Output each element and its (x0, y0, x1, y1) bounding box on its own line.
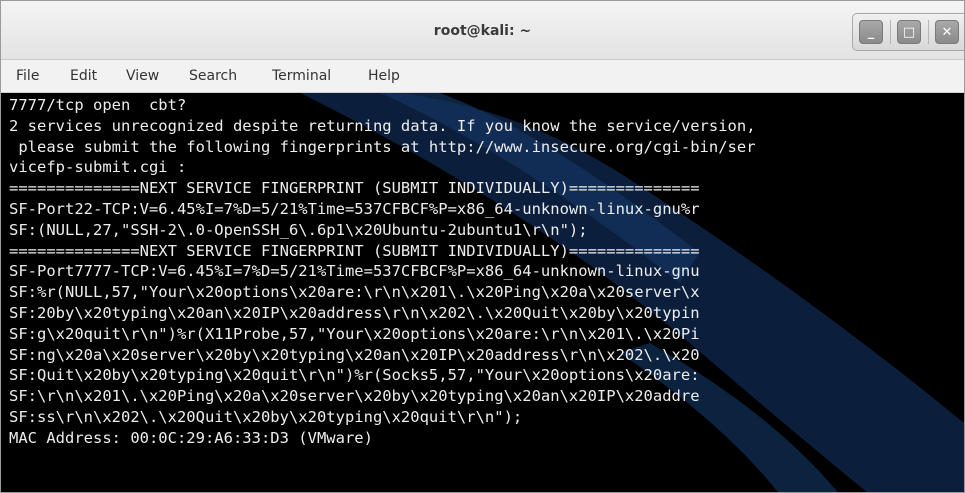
terminal-window: root@kali: ~ _ □ ✕ File Edit View Search… (0, 0, 965, 493)
menu-edit[interactable]: Edit (70, 68, 97, 84)
terminal-line: ==============NEXT SERVICE FINGERPRINT (… (9, 179, 700, 198)
terminal-line: SF:\r\n\x201\.\x20Ping\x20a\x20server\x2… (9, 387, 700, 406)
menu-help[interactable]: Help (368, 68, 400, 84)
minimize-button[interactable]: _ (853, 14, 889, 50)
close-button[interactable]: ✕ (929, 14, 964, 50)
terminal-line: SF:ng\x20a\x20server\x20by\x20typing\x20… (9, 345, 700, 364)
menu-search[interactable]: Search (189, 68, 237, 84)
terminal-line: SF-Port7777-TCP:V=6.45%I=7%D=5/21%Time=5… (9, 262, 700, 281)
title-bar[interactable]: root@kali: ~ _ □ ✕ (1, 1, 964, 60)
terminal-line: SF:20by\x20typing\x20an\x20IP\x20address… (9, 303, 700, 322)
terminal-lines: 7777/tcp open cbt? 2 services unrecognize… (9, 95, 964, 449)
terminal-line: SF:(NULL,27,"SSH-2\.0-OpenSSH_6\.6p1\x20… (9, 220, 588, 239)
terminal-line: vicefp-submit.cgi : (9, 158, 187, 177)
terminal-line: SF:ss\r\n\x202\.\x20Quit\x20by\x20typing… (9, 407, 523, 426)
terminal-line: SF:%r(NULL,57,"Your\x20options\x20are:\r… (9, 283, 700, 302)
menu-view[interactable]: View (126, 68, 159, 84)
terminal-line: SF:g\x20quit\r\n")%r(X11Probe,57,"Your\x… (9, 324, 700, 343)
terminal-line: SF:Quit\x20by\x20typing\x20quit\r\n")%r(… (9, 366, 700, 385)
window-title: root@kali: ~ (433, 23, 532, 39)
terminal-line: MAC Address: 00:0C:29:A6:33:D3 (VMware) (9, 428, 373, 447)
terminal-line: please submit the following fingerprints… (9, 137, 756, 156)
terminal-output[interactable]: 7777/tcp open cbt? 2 services unrecognize… (1, 93, 964, 492)
maximize-button[interactable]: □ (891, 14, 927, 50)
terminal-line: 7777/tcp open cbt? (9, 96, 187, 114)
close-icon: ✕ (935, 20, 959, 44)
terminal-line: ==============NEXT SERVICE FINGERPRINT (… (9, 241, 700, 260)
window-controls: _ □ ✕ (852, 13, 964, 51)
menu-bar: File Edit View Search Terminal Help (1, 60, 964, 93)
menu-terminal[interactable]: Terminal (272, 68, 331, 84)
menu-file[interactable]: File (16, 68, 39, 84)
terminal-line: SF-Port22-TCP:V=6.45%I=7%D=5/21%Time=537… (9, 199, 700, 218)
maximize-icon: □ (897, 20, 921, 44)
minimize-icon: _ (859, 20, 883, 44)
terminal-line: 2 services unrecognized despite returnin… (9, 116, 756, 135)
